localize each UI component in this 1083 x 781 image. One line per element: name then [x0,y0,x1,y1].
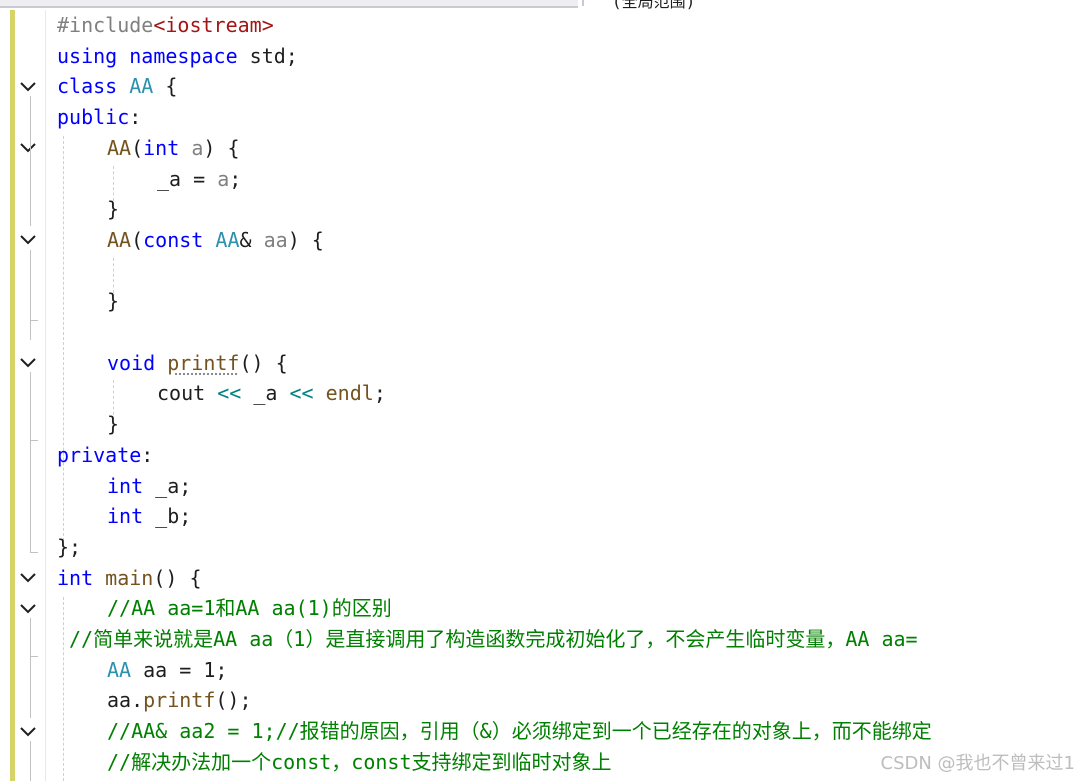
scope-dropdown-label: (全局范围) [612,0,696,10]
code-line[interactable]: cout << _a << endl; [157,378,386,409]
file-tab-area[interactable] [0,0,578,8]
code-line[interactable]: using namespace std; [57,41,298,72]
collapse-chevron-icon[interactable] [19,571,37,585]
code-line[interactable]: public: [57,102,141,133]
code-line[interactable]: AA(int a) { [107,133,239,164]
change-tracking-bar [10,10,15,781]
outline-line [30,618,31,718]
outline-line [30,250,31,340]
code-line[interactable]: //AA aa=1和AA aa(1)的区别 [107,593,392,624]
collapse-chevron-icon[interactable] [19,233,37,247]
code-line[interactable]: void printf() { [107,348,288,379]
code-line[interactable]: //解决办法加一个const，const支持绑定到临时对象上 [107,747,612,778]
editor-tab-strip: (全局范围) [0,0,1083,10]
watermark: CSDN @我也不曾来过1 [880,753,1076,774]
code-line[interactable]: } [107,286,119,317]
code-line[interactable]: AA(const AA& aa) { [107,225,324,256]
code-line[interactable]: //AA& aa2 = 1;//报错的原因，引用（&）必须绑定到一个已经存在的对… [107,716,932,747]
outline-line [30,372,31,552]
collapse-chevron-icon[interactable] [19,725,37,739]
outline-line [30,741,31,781]
code-line[interactable]: } [107,409,119,440]
indent-guide [63,597,64,781]
code-line[interactable]: int _a; [107,471,191,502]
code-line[interactable]: //简单来说就是AA aa（1）是直接调用了构造函数完成初始化了，不会产生临时变… [69,624,918,655]
code-line[interactable]: int main() { [57,563,202,594]
collapse-chevron-icon[interactable] [19,602,37,616]
outline-line-end [30,440,38,441]
code-line[interactable]: AA aa = 1; [107,655,227,686]
collapse-chevron-icon[interactable] [19,141,37,155]
outline-line-end [30,552,38,553]
collapse-chevron-icon[interactable] [19,80,37,94]
collapse-chevron-icon[interactable] [19,356,37,370]
outline-line-end [30,320,38,321]
code-line[interactable]: #include<iostream> [57,10,274,41]
code-line[interactable]: private: [57,440,153,471]
code-line[interactable]: class AA { [57,71,177,102]
code-line[interactable]: int _b; [107,501,191,532]
code-line[interactable]: }; [57,532,81,563]
code-line[interactable]: aa.printf(); [107,685,252,716]
editor-margin-line [45,10,46,781]
indent-guide [63,136,64,556]
outline-line [30,96,31,226]
code-line[interactable]: _a = a; [157,164,241,195]
code-line[interactable]: } [107,194,119,225]
outline-line-end [30,656,38,657]
